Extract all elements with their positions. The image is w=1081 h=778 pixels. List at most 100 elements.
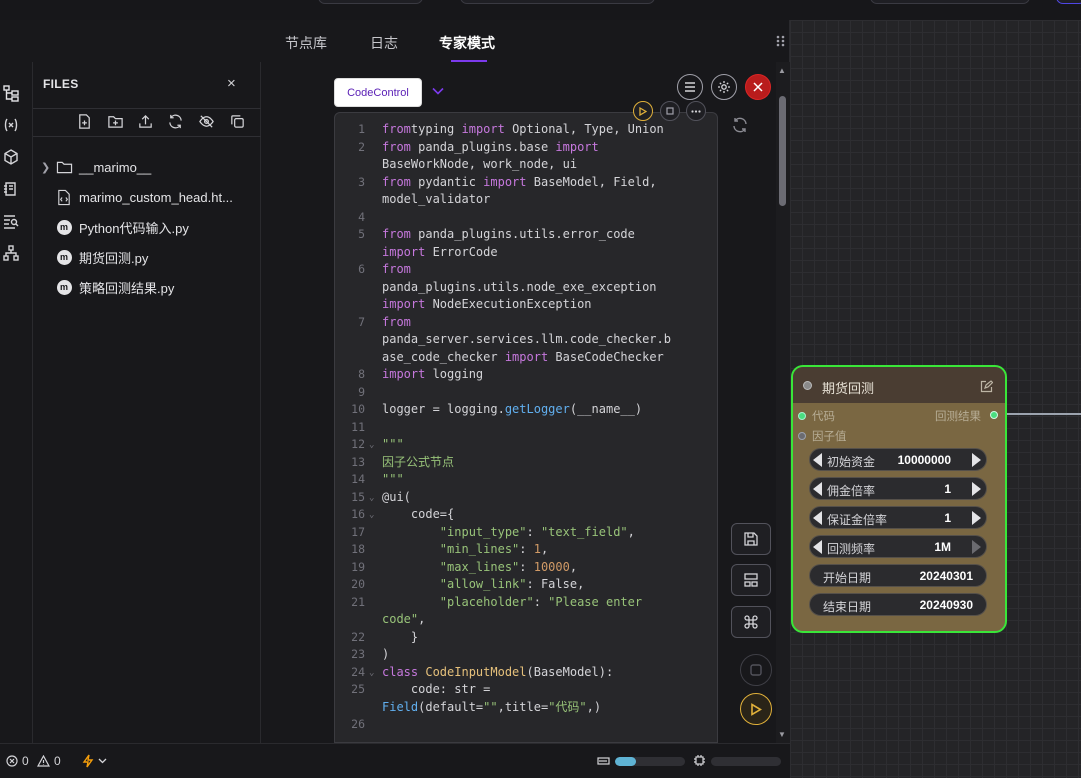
fold-chevron-icon[interactable]: ⌄ (369, 507, 374, 525)
code-token: class (382, 664, 419, 679)
top-control[interactable] (460, 0, 655, 4)
output-port[interactable] (990, 411, 998, 419)
memory-usage-fill (615, 757, 636, 766)
command-palette-button[interactable] (731, 606, 771, 638)
scroll-down-icon[interactable]: ▼ (778, 730, 786, 739)
code-token: : (526, 524, 541, 539)
vertical-scrollbar[interactable]: ▲ ▼ (776, 62, 790, 743)
code-token: from (382, 174, 411, 189)
copy-icon[interactable] (229, 113, 247, 131)
scroll-up-icon[interactable]: ▲ (778, 66, 786, 75)
param-value[interactable]: 1M (934, 540, 951, 554)
line-number: 2 (358, 139, 365, 154)
run-button[interactable] (740, 693, 772, 725)
param-value[interactable]: 10000000 (898, 453, 951, 467)
code-line: logger = logging.getLogger(__name__) (382, 401, 712, 419)
increment-icon[interactable] (972, 511, 981, 525)
file-row-html[interactable]: marimo_custom_head.ht... (41, 186, 233, 208)
top-control[interactable] (1056, 0, 1081, 4)
power-menu[interactable] (82, 754, 107, 768)
top-control[interactable] (318, 0, 423, 4)
tab-expert-mode[interactable]: 专家模式 (439, 33, 495, 53)
new-folder-icon[interactable] (107, 113, 125, 131)
file-row-python[interactable]: m Python代码输入.py (41, 216, 189, 238)
refresh-icon[interactable] (167, 113, 185, 131)
code-token: : (519, 542, 534, 556)
param-value[interactable]: 20240930 (920, 598, 973, 612)
line-number: 1 (358, 122, 365, 136)
code-token: BaseModel, Field, (526, 174, 657, 189)
refresh-icon[interactable] (731, 116, 749, 139)
chevron-down-icon[interactable] (432, 84, 444, 98)
decrement-icon[interactable] (813, 511, 822, 525)
outline-search-icon[interactable] (2, 212, 22, 232)
code-line: "min_lines": 1, (382, 541, 712, 559)
more-options-icon[interactable] (686, 101, 706, 121)
param-margin-ratio[interactable]: 保证金倍率 1 (809, 506, 987, 529)
line-number: 15 (351, 489, 365, 504)
close-icon[interactable] (745, 74, 771, 100)
tab-node-library[interactable]: 节点库 (285, 33, 327, 53)
param-commission-ratio[interactable]: 佣金倍率 1 (809, 477, 987, 500)
increment-icon[interactable] (972, 482, 981, 496)
error-count[interactable]: 0 (6, 754, 29, 768)
edit-icon[interactable] (980, 380, 994, 393)
drag-handle-icon[interactable] (776, 34, 786, 52)
stop-button[interactable] (740, 654, 772, 686)
code-line: code={ (382, 506, 712, 524)
notebook-icon[interactable] (2, 180, 22, 200)
files-tree-icon[interactable] (2, 84, 22, 104)
tab-logs[interactable]: 日志 (370, 33, 398, 53)
save-button[interactable] (731, 523, 771, 555)
menu-icon[interactable] (677, 74, 703, 100)
param-start-date[interactable]: 开始日期 20240301 (809, 564, 987, 587)
code-token: : (533, 594, 549, 609)
decrement-icon[interactable] (813, 453, 822, 467)
param-frequency[interactable]: 回测频率 1M (809, 535, 987, 558)
code-line: 因子公式节点 (382, 454, 712, 472)
param-value[interactable]: 1 (944, 482, 951, 496)
param-value[interactable]: 20240301 (920, 569, 973, 583)
top-control[interactable] (870, 0, 1030, 4)
input-port-code[interactable] (798, 412, 806, 420)
increment-icon[interactable] (972, 453, 981, 467)
param-initial-capital[interactable]: 初始资金 10000000 (809, 448, 987, 471)
code-control-button[interactable]: CodeControl (334, 78, 422, 107)
decrement-icon[interactable] (813, 540, 822, 554)
increment-icon[interactable] (972, 540, 981, 554)
gear-icon[interactable] (711, 74, 737, 100)
param-value[interactable]: 1 (944, 511, 951, 525)
hide-icon[interactable] (198, 113, 216, 131)
warning-count[interactable]: 0 (37, 754, 61, 768)
code-editor[interactable]: 1 fromtyping import Optional, Type, Union… (334, 112, 718, 743)
graph-icon[interactable] (2, 244, 22, 264)
code-line: from (382, 261, 712, 279)
node-card[interactable]: 期货回测 代码 回测结果 因子值 初始资金 10000000 佣金倍率 1 保证… (791, 365, 1007, 633)
fold-chevron-icon[interactable]: ⌄ (369, 665, 374, 683)
code-token: ErrorCode (425, 244, 498, 259)
code-token: CodeInputModel (418, 664, 527, 679)
code-token: 10000 (533, 559, 570, 574)
param-label: 初始资金 (827, 455, 876, 469)
run-cell-icon[interactable] (633, 101, 653, 121)
file-row-python[interactable]: m 期货回测.py (41, 246, 148, 268)
file-row-python[interactable]: m 策略回测结果.py (41, 276, 174, 298)
scroll-thumb[interactable] (779, 96, 786, 206)
package-icon[interactable] (2, 148, 22, 168)
layout-button[interactable] (731, 564, 771, 596)
fold-chevron-icon[interactable]: ⌄ (369, 490, 374, 508)
upload-icon[interactable] (137, 113, 155, 131)
close-icon[interactable]: × (227, 76, 236, 91)
fold-chevron-icon[interactable]: ⌄ (369, 437, 374, 455)
input-port-factor[interactable] (798, 432, 806, 440)
new-file-icon[interactable] (76, 113, 94, 131)
stop-icon[interactable] (660, 101, 680, 121)
code-line: import ErrorCode (382, 244, 712, 262)
decrement-icon[interactable] (813, 482, 822, 496)
param-end-date[interactable]: 结束日期 20240930 (809, 593, 987, 616)
variables-icon[interactable] (2, 116, 22, 136)
file-row-folder[interactable]: ❯ __marimo__ (41, 156, 151, 178)
node-header[interactable]: 期货回测 (793, 367, 1005, 403)
memory-icon (597, 755, 610, 769)
code-line: Field(default="",title="代码",) (382, 699, 712, 717)
